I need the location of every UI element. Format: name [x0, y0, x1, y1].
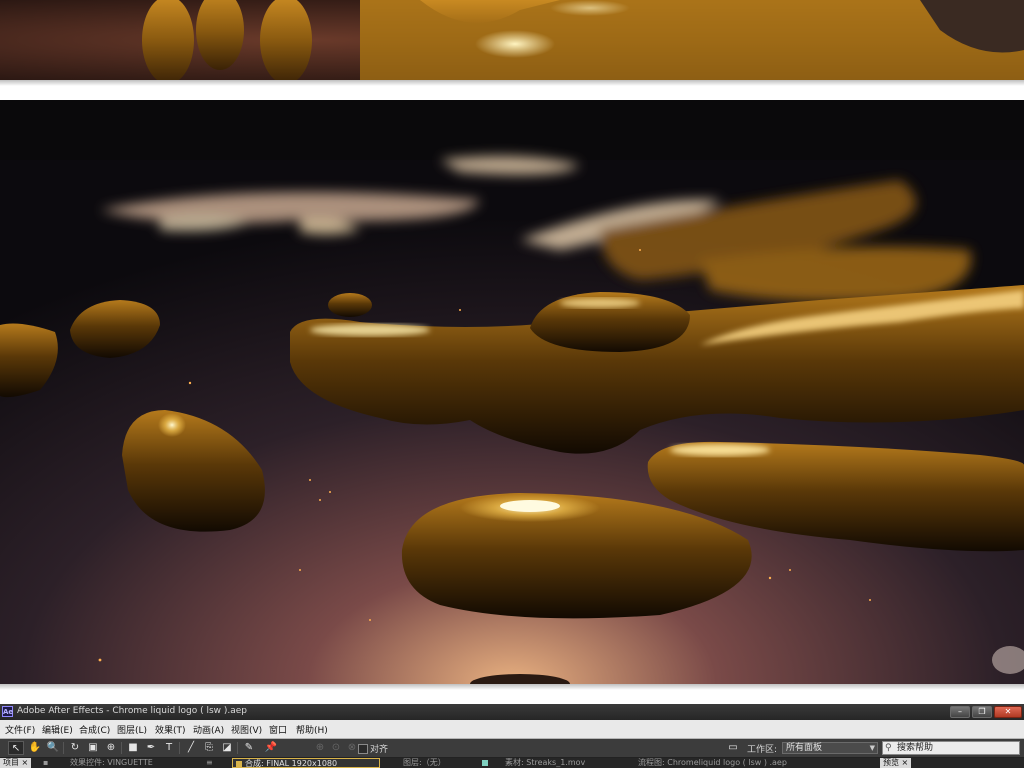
composition-tab-label: 合成: FINAL 1920x1080	[245, 759, 338, 768]
menu-edit[interactable]: 编辑(E)	[42, 723, 73, 736]
menu-layer[interactable]: 图层(L)	[117, 723, 147, 736]
puppet-pin-tool-icon[interactable]: 📌	[263, 741, 279, 755]
preview-image-main	[0, 100, 1024, 684]
tab-preview-label: 预览	[883, 758, 899, 767]
roto-brush-tool-icon[interactable]: ✎	[241, 741, 257, 755]
tab-composition[interactable]: 合成: FINAL 1920x1080	[232, 758, 380, 768]
menu-window[interactable]: 窗口	[269, 723, 287, 736]
clone-stamp-tool-icon[interactable]: ⎘	[201, 741, 217, 755]
footage-color-swatch	[482, 759, 488, 766]
title-bar: Ae Adobe After Effects - Chrome liquid l…	[0, 704, 1024, 720]
panel-menu-icon[interactable]: ≡	[206, 758, 213, 768]
panel-lock-icon[interactable]: ▪	[43, 758, 48, 768]
tab-project-label: 项目	[3, 758, 19, 767]
menu-bar: 文件(F) 编辑(E) 合成(C) 图层(L) 效果(T) 动画(A) 视图(V…	[0, 720, 1024, 739]
rectangle-tool-icon[interactable]: ■	[125, 741, 141, 755]
pen-tool-icon[interactable]: ✒	[143, 741, 159, 755]
rotate-tool-icon[interactable]: ↻	[67, 741, 83, 755]
panel-divider	[0, 684, 1024, 690]
camera-tool-icon[interactable]: ▣	[85, 741, 101, 755]
zoom-tool-icon[interactable]: 🔍	[45, 741, 61, 755]
workspace-label: 工作区:	[747, 745, 778, 755]
toolbar-separator	[237, 742, 238, 754]
menu-help[interactable]: 帮助(H)	[296, 723, 328, 736]
tab-effect-controls[interactable]: 效果控件: VINGUETTE	[70, 758, 153, 768]
tab-footage[interactable]: 素材: Streaks_1.mov	[482, 758, 585, 768]
tab-layer[interactable]: 图层:（无）	[403, 758, 446, 768]
after-effects-window: Ae Adobe After Effects - Chrome liquid l…	[0, 704, 1024, 768]
align-checkbox[interactable]	[358, 744, 368, 754]
minimize-button[interactable]: –	[950, 706, 970, 718]
after-effects-logo-icon: Ae	[2, 706, 14, 717]
workspace-icon: ▭	[728, 742, 738, 753]
eraser-tool-icon[interactable]: ◪	[219, 741, 235, 755]
axis-mode-icon: ⊕	[315, 742, 325, 753]
tab-flowchart[interactable]: 流程图: Chromeliquid logo ( lsw ) .aep	[638, 758, 787, 768]
toolbar-separator	[63, 742, 64, 754]
close-button[interactable]: ✕	[994, 706, 1022, 718]
menu-view[interactable]: 视图(V)	[231, 723, 262, 736]
hand-tool-icon[interactable]: ✋	[27, 741, 43, 755]
panel-divider	[0, 80, 1024, 86]
help-search-input[interactable]: ⚲ 搜索帮助	[882, 741, 1020, 755]
footage-tab-label: 素材: Streaks_1.mov	[505, 758, 586, 767]
tools-toolbar: ↖ ✋ 🔍 ↻ ▣ ⊕ ■ ✒ T ╱ ⎘ ◪ ✎ 📌 ⊕ ⊙ ⊗ 对齐 ▭ 工…	[0, 739, 1024, 758]
preview-image-top	[0, 0, 1024, 80]
menu-file[interactable]: 文件(F)	[5, 723, 35, 736]
window-title: Adobe After Effects - Chrome liquid logo…	[17, 706, 248, 716]
tab-project[interactable]: 项目 ×	[0, 758, 32, 768]
close-icon[interactable]: ×	[22, 758, 29, 767]
menu-composition[interactable]: 合成(C)	[79, 723, 110, 736]
text-tool-icon[interactable]: T	[161, 741, 177, 755]
help-search-placeholder: 搜索帮助	[897, 743, 934, 753]
workspace-value: 所有面板	[786, 743, 823, 753]
chevron-down-icon: ▼	[869, 744, 875, 752]
menu-effect[interactable]: 效果(T)	[155, 723, 186, 736]
close-icon[interactable]: ×	[902, 758, 909, 767]
brush-tool-icon[interactable]: ╱	[183, 741, 199, 755]
selection-tool-icon[interactable]: ↖	[8, 741, 24, 755]
workspace-dropdown[interactable]: 所有面板 ▼	[782, 742, 878, 754]
menu-animation[interactable]: 动画(A)	[193, 723, 224, 736]
align-label: 对齐	[370, 745, 389, 755]
toolbar-separator	[179, 742, 180, 754]
panel-tab-strip: 项目 × ▪ 效果控件: VINGUETTE ≡ 合成: FINAL 1920x…	[0, 758, 1024, 768]
composition-color-swatch	[236, 760, 242, 767]
search-icon: ⚲	[885, 743, 892, 753]
toolbar-separator	[121, 742, 122, 754]
tab-preview[interactable]: 预览 ×	[880, 758, 912, 768]
pan-behind-tool-icon[interactable]: ⊕	[103, 741, 119, 755]
axis-mode-icon: ⊙	[331, 742, 341, 753]
restore-button[interactable]: ❐	[972, 706, 992, 718]
